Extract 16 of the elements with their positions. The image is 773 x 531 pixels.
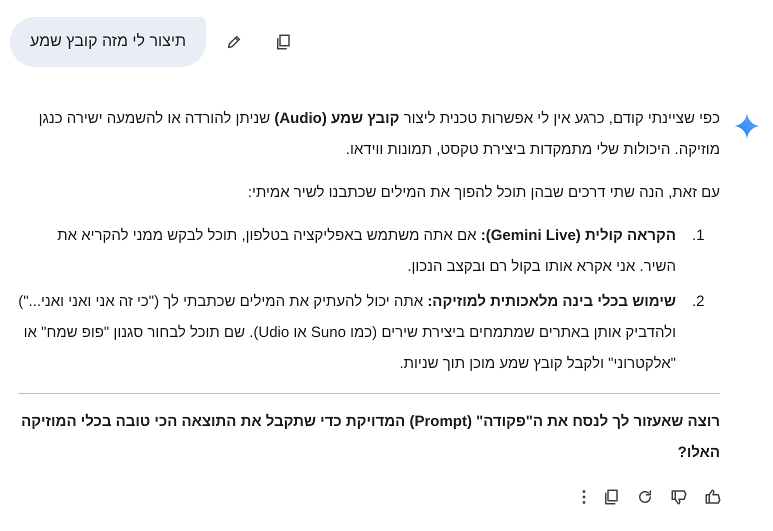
response-paragraph: כפי שציינתי קודם, כרגע אין לי אפשרות טכנית ליצור קובץ שמע (Audio) שניתן להורדה או להשמעה ישירה כנגן מוזיקה. היכולות שלי מתמקדות ביצירת טקסט, תמונות ווידאו. [38, 109, 720, 160]
response-paragraph: עם זאת, הנה שתי דרכים שבהן תוכל להפוך את המילים שכתבנו לשיר אמיתי: [246, 183, 720, 203]
copy-icon [274, 33, 292, 51]
list-number: 1. [691, 226, 706, 246]
list-item-text: שימוש בכלי בינה מלאכותית למוזיקה: אתה יכול להעתיק את המילים שכתבתי לך ("כי זה אני ואני ואני...") ולהדביק אותן באתרים שמתמחים ביצירת שירים (כמו Suno או Udio). שם תוכל לבחור סגנון "פופ שמח" או "אלקטרוני" ולקבל קובץ שמע מוכן תוך שניות. [18, 292, 676, 374]
list-item-text: הקראה קולית (Gemini Live): אם אתה משתמש באפליקציה בטלפון, תוכל לבקש ממני להקריא את השיר. אני אקרא אותו בקול רם ובקצב הנכון. [56, 226, 676, 277]
follow-up-question: רוצה שאעזור לך לנסח את ה"פקודה" (Prompt) המדויקת כדי שתקבל את התוצאה הכי טובה בכלי המוזיקה האלו? [20, 412, 720, 463]
more-icon [582, 490, 586, 504]
refresh-icon [636, 488, 654, 506]
thumbs-up-icon [704, 488, 722, 506]
pencil-icon [226, 34, 242, 50]
copy-icon [602, 488, 620, 506]
list-number: 2. [691, 292, 706, 312]
sparkle-icon [734, 113, 760, 139]
user-message: תיצור לי מזה קובץ שמע [10, 17, 206, 67]
thumbs-down-icon [670, 488, 688, 506]
